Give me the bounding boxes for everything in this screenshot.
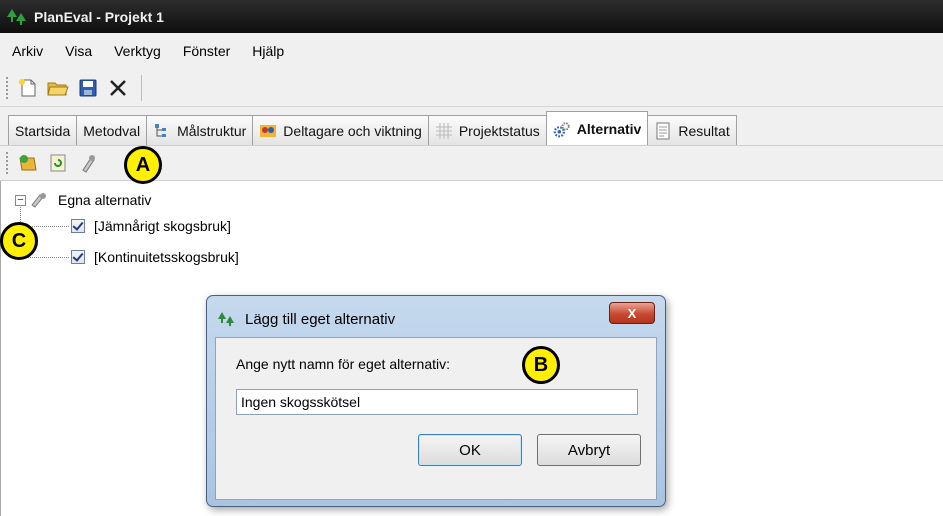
tab-label: Metodval — [83, 122, 141, 139]
tree-item-label: [Kontinuitetsskogsbruk] — [94, 249, 239, 265]
cancel-button[interactable]: Avbryt — [537, 434, 641, 466]
dialog-body: Ange nytt namn för eget alternativ: OK A… — [215, 337, 657, 500]
menu-visa[interactable]: Visa — [65, 43, 92, 59]
ok-button[interactable]: OK — [418, 434, 522, 466]
hierarchy-icon — [153, 122, 171, 140]
close-button[interactable]: X — [609, 302, 655, 324]
delete-icon[interactable] — [105, 75, 131, 101]
tree-root-label: Egna alternativ — [58, 192, 152, 208]
menu-hjalp[interactable]: Hjälp — [252, 43, 284, 59]
dialog-title-bar: Lägg till eget alternativ — [217, 310, 395, 328]
tab-label: Målstruktur — [177, 122, 247, 139]
name-prompt: Ange nytt namn för eget alternativ: — [236, 356, 451, 372]
checkbox-checked[interactable] — [71, 250, 85, 264]
report-icon — [654, 122, 672, 140]
menu-bar: Arkiv Visa Verktyg Fönster Hjälp — [0, 33, 943, 69]
menu-arkiv[interactable]: Arkiv — [12, 43, 43, 59]
tree-item[interactable]: [Jämnårigt skogsbruk] — [21, 218, 231, 234]
tab-startsida[interactable]: Startsida — [8, 115, 78, 145]
grid-icon — [435, 122, 453, 140]
dialog-title: Lägg till eget alternativ — [245, 310, 396, 328]
toolbar-grip — [6, 152, 9, 174]
remove-alternative-icon[interactable] — [75, 150, 101, 176]
callout-marker-a: A — [124, 146, 162, 184]
tab-label: Projektstatus — [458, 122, 540, 139]
tab-label: Deltagare och viktning — [283, 122, 422, 139]
collapse-toggle[interactable]: − — [15, 194, 26, 206]
alternative-name-input[interactable] — [236, 389, 638, 415]
checkbox-checked[interactable] — [71, 219, 85, 233]
tab-resultat[interactable]: Resultat — [647, 115, 737, 145]
tree-root[interactable]: − Egna alternativ — [15, 191, 151, 209]
open-folder-icon[interactable] — [45, 75, 71, 101]
tree-item-label: [Jämnårigt skogsbruk] — [94, 218, 231, 234]
tab-label: Alternativ — [576, 120, 642, 137]
refresh-alternative-icon[interactable] — [45, 150, 71, 176]
window-title: PlanEval - Projekt 1 — [34, 8, 164, 25]
tab-malstruktur[interactable]: Målstruktur — [146, 115, 254, 145]
tab-deltagare-och-viktning[interactable]: Deltagare och viktning — [252, 115, 429, 145]
menu-verktyg[interactable]: Verktyg — [114, 43, 161, 59]
toolbar-separator — [141, 74, 142, 101]
callout-marker-c: C — [0, 222, 38, 260]
save-icon[interactable] — [75, 75, 101, 101]
tree-item[interactable]: [Kontinuitetsskogsbruk] — [21, 249, 239, 265]
tab-label: Startsida — [15, 122, 71, 139]
add-alternative-dialog: Lägg till eget alternativ X Ange nytt na… — [206, 295, 666, 507]
app-tree-icon — [7, 8, 26, 25]
app-tree-icon — [218, 312, 234, 326]
add-alternative-icon[interactable] — [15, 150, 41, 176]
alternatives-folder-icon — [31, 193, 46, 208]
tab-metodval[interactable]: Metodval — [76, 115, 148, 145]
main-toolbar — [0, 69, 943, 107]
gears-icon — [553, 120, 571, 138]
tab-projektstatus[interactable]: Projektstatus — [427, 115, 547, 145]
new-icon[interactable] — [15, 75, 41, 101]
callout-marker-b: B — [522, 346, 560, 384]
title-bar: PlanEval - Projekt 1 — [0, 0, 943, 33]
tab-strip: Startsida Metodval Målstruktur Deltagare… — [0, 107, 943, 145]
participants-icon — [259, 122, 277, 140]
tab-alternativ[interactable]: Alternativ — [545, 111, 649, 145]
tab-label: Resultat — [678, 122, 730, 139]
menu-fonster[interactable]: Fönster — [183, 43, 230, 59]
toolbar-grip — [6, 76, 9, 99]
